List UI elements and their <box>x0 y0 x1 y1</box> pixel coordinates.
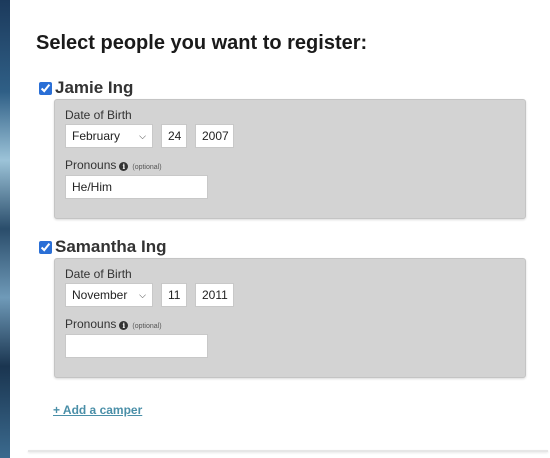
registration-panel: Select people you want to register: Jami… <box>10 0 550 458</box>
dob-label: Date of Birth <box>65 267 132 281</box>
pronouns-input[interactable] <box>65 334 208 358</box>
month-value: November <box>72 288 128 302</box>
pronouns-label-row: Pronouns i (optional) <box>65 158 162 172</box>
person-name: Jamie Ing <box>55 78 134 97</box>
year-field[interactable]: 2007 <box>195 124 234 148</box>
month-select[interactable]: February ⌵ <box>65 124 153 148</box>
pronouns-label: Pronouns <box>65 158 117 172</box>
chevron-down-icon: ⌵ <box>139 130 146 141</box>
info-icon[interactable]: i <box>119 162 129 171</box>
person-name: Samantha Ing <box>55 237 167 256</box>
person-details-card: Date of Birth February ⌵ 24 2007 Pronoun… <box>54 99 526 219</box>
person-header: Jamie Ing <box>39 78 133 98</box>
chevron-down-icon: ⌵ <box>139 289 146 300</box>
pronouns-label: Pronouns <box>65 317 117 331</box>
pronouns-input[interactable] <box>65 175 208 199</box>
optional-label: (optional) <box>132 164 162 171</box>
add-camper-link[interactable]: + Add a camper <box>53 403 142 417</box>
person-details-card: Date of Birth November ⌵ 11 2011 Pronoun… <box>54 258 526 378</box>
year-field[interactable]: 2011 <box>195 283 234 307</box>
month-value: February <box>72 129 121 143</box>
person-checkbox[interactable] <box>39 240 52 254</box>
person-checkbox[interactable] <box>39 81 52 95</box>
page-title: Select people you want to register: <box>36 32 368 54</box>
year-value: 2011 <box>202 288 228 302</box>
day-value: 24 <box>168 129 182 143</box>
day-field[interactable]: 24 <box>161 124 187 148</box>
dob-label: Date of Birth <box>65 108 132 122</box>
info-icon[interactable]: i <box>119 321 129 330</box>
month-select[interactable]: November ⌵ <box>65 283 153 307</box>
year-value: 2007 <box>202 129 229 143</box>
person-header: Samantha Ing <box>39 237 166 257</box>
day-value: 11 <box>168 288 181 302</box>
background-image-strip <box>0 0 10 458</box>
pronouns-label-row: Pronouns i (optional) <box>65 317 162 331</box>
optional-label: (optional) <box>132 323 162 330</box>
day-field[interactable]: 11 <box>161 283 187 307</box>
divider <box>28 450 548 452</box>
